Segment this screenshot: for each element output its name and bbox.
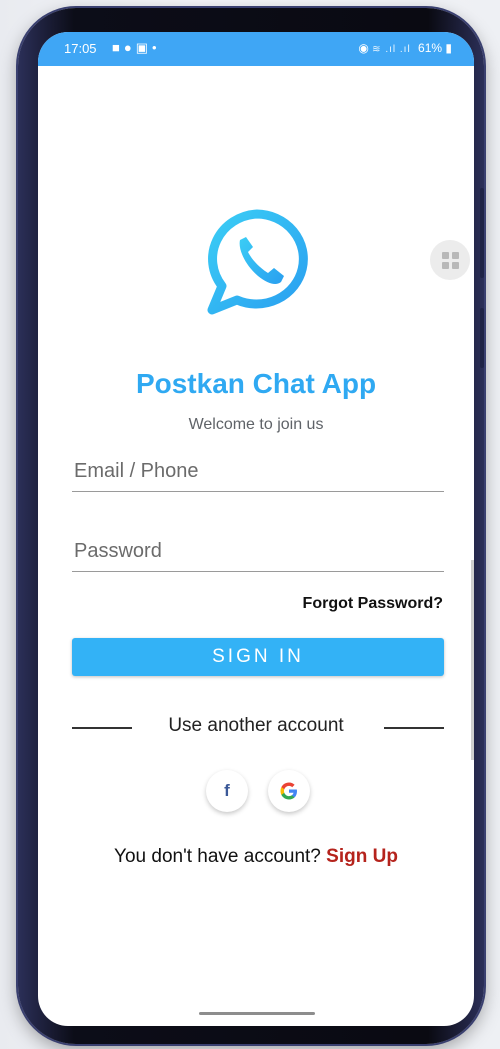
volume-button	[480, 188, 484, 278]
chat-phone-icon	[207, 209, 308, 315]
signup-prompt: You don't have account? Sign Up	[38, 846, 474, 868]
signal-icon: ≋ .ıl .ıl	[372, 44, 411, 55]
messenger-icon: ●	[123, 40, 136, 55]
facebook-login-button[interactable]: f	[206, 770, 248, 812]
status-left-icons: ■●▣•	[112, 40, 161, 56]
sign-in-button[interactable]: SIGN IN	[72, 638, 444, 676]
status-right-icons: ◉ ≋ .ıl .ıl 61% ▮	[358, 41, 452, 55]
power-button	[480, 308, 484, 368]
scrollbar[interactable]	[471, 560, 474, 760]
floating-menu-button[interactable]	[430, 240, 470, 280]
battery-icon: ▮	[445, 41, 452, 55]
dot-icon: •	[152, 40, 161, 55]
app-title: Postkan Chat App	[135, 368, 377, 399]
app-screen: 17:05 ■●▣• ◉ ≋ .ıl .ıl 61% ▮ Postkan Cha…	[38, 32, 474, 1026]
sign-up-link[interactable]: Sign Up	[326, 846, 398, 867]
video-icon: ■	[112, 40, 124, 55]
divider-right	[384, 727, 444, 729]
signup-question: You don't have account?	[114, 846, 321, 867]
status-bar: 17:05 ■●▣• ◉ ≋ .ıl .ıl 61% ▮	[38, 32, 474, 66]
home-indicator[interactable]	[199, 1012, 315, 1015]
google-login-button[interactable]	[268, 770, 310, 812]
another-account-label: Use another account	[168, 715, 344, 736]
forgot-password-link[interactable]: Forgot Password?	[303, 595, 443, 613]
email-field[interactable]	[72, 452, 444, 492]
google-icon	[280, 782, 297, 800]
battery-level: 61%	[418, 41, 443, 55]
facebook-icon: f	[224, 781, 230, 800]
app-subtitle: Welcome to join us	[188, 416, 324, 433]
alarm-icon: ◉	[358, 41, 369, 55]
status-time: 17:05	[64, 41, 97, 56]
gallery-icon: ▣	[135, 40, 153, 55]
password-field[interactable]	[72, 532, 444, 572]
